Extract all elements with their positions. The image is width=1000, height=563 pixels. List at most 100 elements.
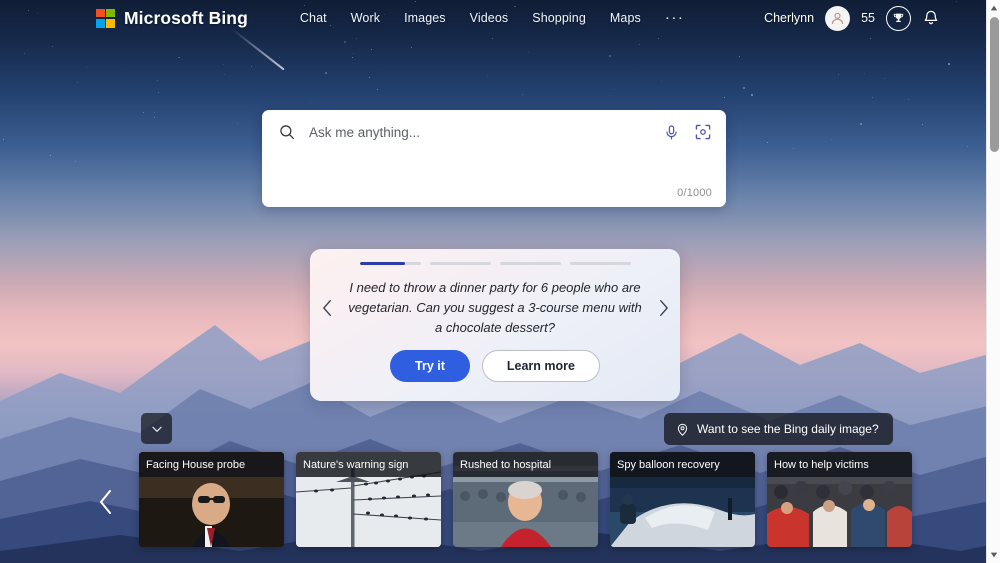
news-card-title: Rushed to hospital xyxy=(453,452,598,477)
nav-item-chat[interactable]: Chat xyxy=(300,11,327,25)
news-card[interactable]: Facing House probe xyxy=(139,452,284,547)
star xyxy=(487,75,489,77)
carousel-prev-button[interactable] xyxy=(86,480,126,524)
scroll-down-icon xyxy=(990,552,998,558)
bing-homepage: Microsoft Bing Chat Work Images Videos S… xyxy=(0,0,1000,563)
page-scrollbar[interactable] xyxy=(986,0,1000,563)
search-box[interactable]: 0/1000 xyxy=(262,110,726,207)
nav-item-work[interactable]: Work xyxy=(351,11,380,25)
star xyxy=(863,72,865,74)
news-card-title: How to help victims xyxy=(767,452,912,477)
star xyxy=(766,141,768,143)
header-actions: Cherlynn 55 xyxy=(764,5,980,31)
star xyxy=(355,38,357,39)
suggestion-prompt-text: I need to throw a dinner party for 6 peo… xyxy=(348,279,642,335)
daily-image-button[interactable]: Want to see the Bing daily image? xyxy=(664,413,893,445)
star xyxy=(24,53,26,55)
try-it-button[interactable]: Try it xyxy=(390,350,470,382)
star xyxy=(860,123,862,125)
star xyxy=(838,74,840,76)
nav-item-shopping[interactable]: Shopping xyxy=(532,11,586,25)
top-navigation-bar: Microsoft Bing Chat Work Images Videos S… xyxy=(0,0,986,36)
nav-item-images[interactable]: Images xyxy=(404,11,446,25)
star xyxy=(2,138,4,140)
news-card[interactable]: Spy balloon recovery xyxy=(610,452,755,547)
suggestion-prev-button[interactable] xyxy=(310,297,344,319)
nav-item-maps[interactable]: Maps xyxy=(610,11,641,25)
star xyxy=(922,124,924,126)
star xyxy=(521,93,523,95)
chevron-left-icon xyxy=(100,490,111,514)
star xyxy=(351,57,353,59)
brand-title: Microsoft Bing xyxy=(124,7,248,28)
star xyxy=(872,96,874,98)
news-carousel: Facing House probe Nature's warning sign… xyxy=(0,452,986,552)
star xyxy=(236,122,238,124)
suggestion-next-button[interactable] xyxy=(646,297,680,319)
rewards-points[interactable]: 55 xyxy=(861,11,875,25)
collapse-feed-button[interactable] xyxy=(141,413,172,444)
star xyxy=(344,40,347,43)
bing-logo-link[interactable]: Microsoft Bing xyxy=(96,8,248,29)
bell-icon xyxy=(924,10,938,25)
suggestion-body: I need to throw a dinner party for 6 peo… xyxy=(310,265,680,350)
star xyxy=(869,37,871,39)
search-input[interactable] xyxy=(309,124,663,140)
star xyxy=(907,98,909,100)
scrollbar-thumb[interactable] xyxy=(989,17,999,152)
star xyxy=(76,82,78,84)
star xyxy=(143,112,145,114)
star xyxy=(830,139,832,141)
star xyxy=(324,72,327,74)
star xyxy=(492,37,494,39)
main-nav: Chat Work Images Videos Shopping Maps ··… xyxy=(300,10,685,25)
character-counter: 0/1000 xyxy=(677,187,712,199)
avatar[interactable] xyxy=(825,5,851,31)
news-card[interactable]: Rushed to hospital xyxy=(453,452,598,547)
news-card[interactable]: Nature's warning sign xyxy=(296,452,441,547)
star xyxy=(86,66,88,68)
suggestion-actions: Try it Learn more xyxy=(390,350,600,401)
star xyxy=(639,44,641,46)
star xyxy=(743,87,745,89)
search-row xyxy=(262,110,726,154)
nav-more-icon[interactable]: ··· xyxy=(665,10,685,25)
star xyxy=(223,64,225,66)
star xyxy=(967,146,969,148)
star xyxy=(723,97,725,99)
microsoft-logo-icon xyxy=(96,8,115,28)
star xyxy=(609,55,611,57)
visual-search-icon[interactable] xyxy=(694,123,712,141)
star xyxy=(156,79,158,81)
trophy-icon xyxy=(893,13,904,22)
star xyxy=(154,116,156,118)
star xyxy=(657,38,659,40)
search-action-icons xyxy=(663,123,712,141)
menu-button[interactable] xyxy=(951,11,972,25)
star xyxy=(223,74,225,76)
news-card-title: Facing House probe xyxy=(139,452,284,477)
star xyxy=(947,63,950,65)
suggestion-card: I need to throw a dinner party for 6 peo… xyxy=(310,249,680,401)
scroll-up-icon xyxy=(990,5,998,11)
news-card-title: Spy balloon recovery xyxy=(610,452,755,477)
scrollbar-up-button[interactable] xyxy=(987,1,1000,15)
scrollbar-down-button[interactable] xyxy=(987,548,1000,562)
star xyxy=(279,56,281,58)
star xyxy=(660,81,662,83)
search-icon[interactable] xyxy=(278,123,296,141)
person-icon xyxy=(831,12,844,24)
user-name-label[interactable]: Cherlynn xyxy=(764,11,814,25)
star xyxy=(793,147,795,149)
star xyxy=(527,51,529,53)
microphone-icon[interactable] xyxy=(663,124,680,141)
nav-item-videos[interactable]: Videos xyxy=(470,11,509,25)
rewards-button[interactable] xyxy=(886,5,911,31)
daily-image-label: Want to see the Bing daily image? xyxy=(697,422,879,436)
notifications-button[interactable] xyxy=(922,9,940,27)
news-card[interactable]: How to help victims xyxy=(767,452,912,547)
news-card-title: Nature's warning sign xyxy=(296,452,441,477)
learn-more-button[interactable]: Learn more xyxy=(481,350,600,382)
star xyxy=(50,154,52,156)
star xyxy=(884,77,886,79)
